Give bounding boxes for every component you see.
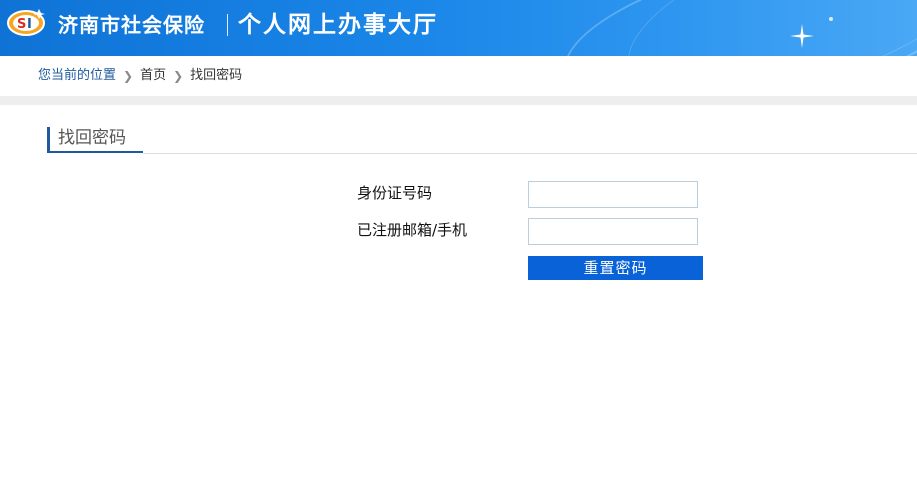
divider-band: [0, 96, 917, 105]
section-title-underline: [47, 151, 143, 153]
sparkle-icon: [829, 17, 833, 21]
breadcrumb-home-link[interactable]: 首页: [140, 66, 166, 86]
chevron-right-icon: ❯: [173, 69, 184, 83]
sparkle-icon: [790, 24, 814, 48]
svg-text:S: S: [17, 17, 26, 32]
email-phone-input[interactable]: [528, 218, 698, 245]
site-subtitle: 个人网上办事大厅: [238, 12, 438, 38]
svg-text:I: I: [27, 17, 32, 32]
id-number-input[interactable]: [528, 181, 698, 208]
social-insurance-logo-icon: S I: [7, 9, 45, 36]
id-number-label: 身份证号码: [357, 184, 433, 202]
email-phone-label: 已注册邮箱/手机: [357, 221, 468, 239]
breadcrumb: 您当前的位置 ❯ 首页 ❯ 找回密码: [38, 66, 242, 86]
breadcrumb-current: 找回密码: [190, 68, 243, 83]
chevron-right-icon: ❯: [123, 69, 134, 83]
section-title: 找回密码: [47, 127, 126, 153]
title-divider: [227, 14, 228, 36]
section-rule: [143, 153, 917, 154]
breadcrumb-lead: 您当前的位置: [38, 68, 117, 83]
site-title: 济南市社会保险: [58, 13, 205, 37]
reset-password-button[interactable]: 重置密码: [528, 256, 703, 280]
header-banner: S I 济南市社会保险 个人网上办事大厅: [0, 0, 917, 56]
